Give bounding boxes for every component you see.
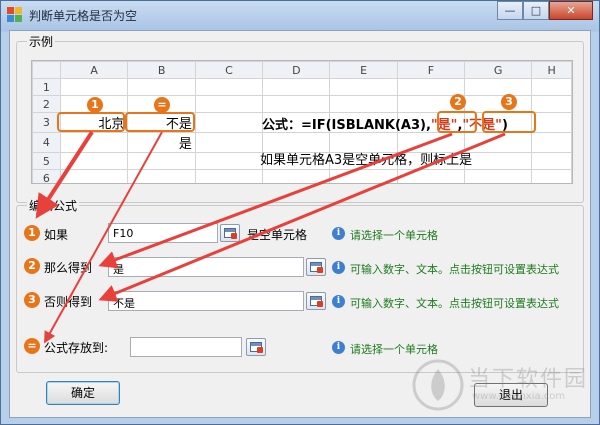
col-header-a: A <box>59 61 129 79</box>
row-header: 5 <box>32 152 61 170</box>
minimize-icon[interactable]: — <box>497 1 523 20</box>
row-header: 1 <box>32 78 61 96</box>
column-header-row: A B C D E F G H <box>32 61 572 79</box>
store-cell-input[interactable] <box>130 337 242 357</box>
false-value-highlight <box>482 111 536 133</box>
close-icon[interactable]: ✕ <box>549 1 593 20</box>
cell-b3-highlight <box>125 112 195 132</box>
edit-legend: 编辑公式 <box>27 197 80 214</box>
col-header-f: F <box>396 61 465 79</box>
if-cell-picker-button[interactable] <box>220 224 240 242</box>
else-value-input[interactable]: 不是 <box>108 291 304 311</box>
info-icon: i <box>332 227 345 240</box>
window-title: 判断单元格是否为空 <box>29 9 138 23</box>
then-hint: 可输入数字、文本。点击按钮可设置表达式 <box>350 263 559 276</box>
col-header-d: D <box>262 61 331 79</box>
col-header-g: G <box>463 61 533 79</box>
then-expression-button[interactable] <box>306 258 326 276</box>
sheet-row: 2 <box>32 95 572 113</box>
true-value-highlight <box>437 111 477 133</box>
example-legend: 示例 <box>27 33 56 50</box>
site-watermark: 当下软件园 www.downxia.com <box>410 357 586 413</box>
if-suffix-label: 是空单元格 <box>247 228 308 242</box>
maximize-icon[interactable]: □ <box>523 1 549 20</box>
corner-cell <box>32 61 61 79</box>
else-label: 否则得到 <box>44 295 93 309</box>
else-hint: 可输入数字、文本。点击按钮可设置表达式 <box>350 297 559 310</box>
if-label: 如果 <box>44 228 69 242</box>
app-icon <box>7 7 23 23</box>
col-header-b: B <box>127 61 196 79</box>
example-badge-1: 1 <box>87 97 103 113</box>
cell-b4: 是 <box>127 132 196 153</box>
else-expression-button[interactable] <box>306 292 326 310</box>
edit-badge-equals: = <box>24 338 40 354</box>
dialog-window: 判断单元格是否为空 — □ ✕ 示例 A B C D E F G H 1 2 3… <box>0 0 600 425</box>
store-cell-picker-button[interactable] <box>246 338 266 356</box>
edit-badge-1: 1 <box>24 225 40 241</box>
cell-a3-highlight <box>57 112 125 132</box>
watermark-url: www.downxia.com <box>472 391 566 402</box>
dialog-body: 示例 A B C D E F G H 1 2 3 北京 不是 4 是 5 6 1… <box>9 30 591 418</box>
sheet-row: 6 <box>32 169 572 183</box>
ok-button[interactable]: 确定 <box>46 381 120 405</box>
if-cell-input[interactable]: F10 <box>108 223 218 243</box>
example-badge-2: 2 <box>450 94 466 110</box>
col-header-h: H <box>531 61 572 79</box>
info-icon: i <box>332 341 345 354</box>
row-header: 6 <box>32 169 61 183</box>
info-icon: i <box>332 261 345 274</box>
store-hint: 请选择一个单元格 <box>350 343 438 356</box>
row-header: 4 <box>32 132 61 153</box>
example-badge-3: 3 <box>501 94 517 110</box>
example-badge-equals: = <box>154 97 170 113</box>
watermark-logo-icon <box>412 359 464 411</box>
edit-badge-2: 2 <box>24 258 40 274</box>
formula-prefix: 公式：=IF(ISBLANK(A3), <box>262 118 431 133</box>
then-value-input[interactable]: 是 <box>108 257 304 277</box>
example-explanation: 如果单元格A3是空单元格，则标上是 <box>260 153 473 168</box>
title-bar[interactable]: 判断单元格是否为空 — □ ✕ <box>1 1 599 29</box>
info-icon: i <box>332 295 345 308</box>
store-label: 公式存放到: <box>44 341 109 355</box>
sheet-row: 1 <box>32 78 572 96</box>
then-label: 那么得到 <box>44 261 93 275</box>
edit-badge-3: 3 <box>24 292 40 308</box>
if-hint: 请选择一个单元格 <box>350 229 438 242</box>
col-header-c: C <box>194 61 264 79</box>
col-header-e: E <box>329 61 398 79</box>
watermark-text: 当下软件园 <box>468 367 589 392</box>
row-header: 2 <box>32 95 61 113</box>
